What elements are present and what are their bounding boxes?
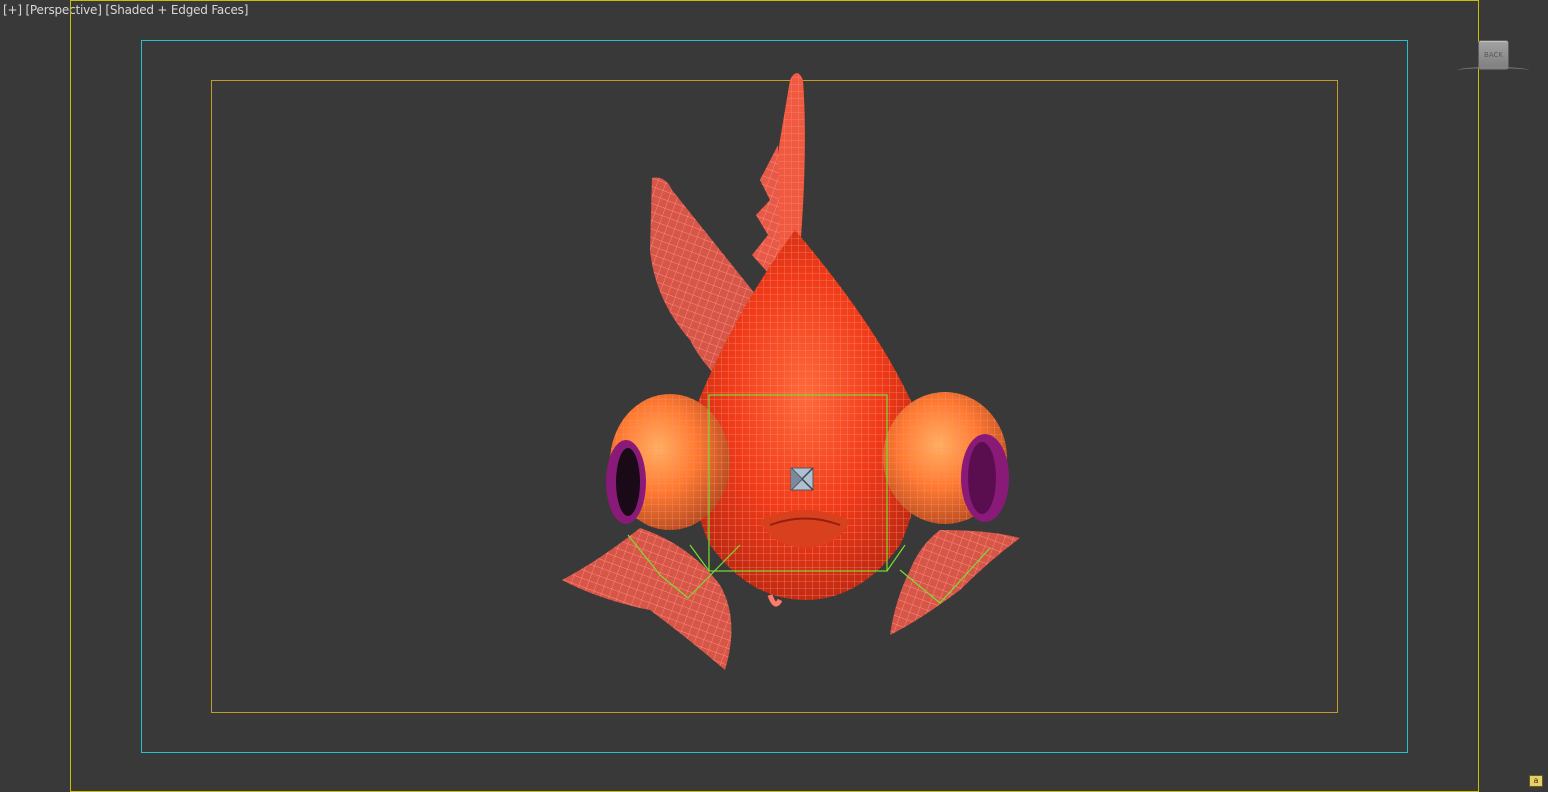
right-bottom-fin (890, 530, 1020, 635)
corner-badge-icon: a (1529, 775, 1543, 787)
goldfish-model[interactable] (0, 0, 1548, 792)
viewcube-back-face[interactable]: BACK (1478, 40, 1509, 70)
viewcube-compass-ring[interactable] (1457, 67, 1529, 74)
right-eye (883, 392, 1009, 524)
viewcube[interactable]: BACK (1455, 38, 1531, 78)
left-eye (606, 394, 730, 530)
left-bottom-fin (562, 528, 732, 670)
perspective-viewport[interactable]: [+] [Perspective] [Shaded + Edged Faces] (0, 0, 1548, 792)
pivot-icon (790, 467, 814, 491)
